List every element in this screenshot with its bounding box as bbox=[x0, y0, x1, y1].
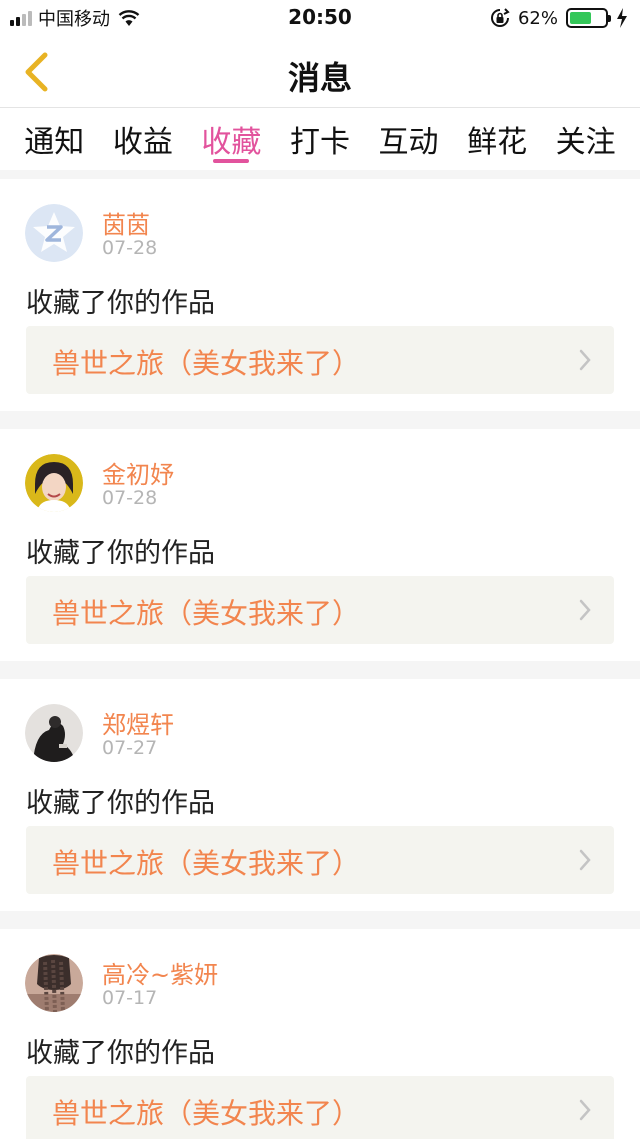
message-date: 07-27 bbox=[102, 737, 158, 759]
charging-icon bbox=[617, 8, 627, 28]
status-bar: 中国移动 20:50 62% bbox=[0, 0, 640, 36]
user-photo bbox=[25, 704, 83, 762]
rotation-lock-icon bbox=[491, 8, 510, 27]
tab-notifications[interactable]: 通知 bbox=[14, 109, 94, 170]
tab-bar: 通知 收益 收藏 打卡 互动 鲜花 关注 bbox=[0, 109, 640, 170]
user-avatar[interactable] bbox=[25, 454, 83, 512]
tab-earnings[interactable]: 收益 bbox=[103, 109, 183, 170]
message-card: 茵茵 07-28 收藏了你的作品 兽世之旅（美女我来了） bbox=[0, 179, 640, 411]
tab-following[interactable]: 关注 bbox=[546, 109, 626, 170]
work-title: 兽世之旅（美女我来了） bbox=[52, 847, 361, 880]
work-title: 兽世之旅（美女我来了） bbox=[52, 1097, 361, 1130]
battery-percent: 62% bbox=[517, 7, 558, 29]
navigation-bar: 消息 bbox=[0, 36, 640, 108]
work-link[interactable]: 兽世之旅（美女我来了） bbox=[26, 826, 614, 894]
user-name[interactable]: 郑煜轩 bbox=[102, 705, 174, 740]
user-name[interactable]: 高冷~紫妍 bbox=[102, 955, 218, 990]
chevron-right-icon bbox=[579, 1099, 591, 1121]
user-avatar[interactable] bbox=[25, 204, 83, 262]
message-text: 收藏了你的作品 bbox=[26, 538, 215, 569]
message-text: 收藏了你的作品 bbox=[26, 288, 215, 319]
work-link[interactable]: 兽世之旅（美女我来了） bbox=[26, 576, 614, 644]
chevron-right-icon bbox=[579, 599, 591, 621]
message-text: 收藏了你的作品 bbox=[26, 788, 215, 819]
work-link[interactable]: 兽世之旅（美女我来了） bbox=[26, 326, 614, 394]
page-title: 消息 bbox=[287, 59, 352, 97]
work-link[interactable]: 兽世之旅（美女我来了） bbox=[26, 1076, 614, 1139]
user-name[interactable]: 金初妤 bbox=[102, 455, 174, 490]
message-list[interactable]: 茵茵 07-28 收藏了你的作品 兽世之旅（美女我来了） 金初妤 07-28 收… bbox=[0, 170, 640, 1139]
message-date: 07-28 bbox=[102, 237, 158, 259]
user-avatar[interactable] bbox=[25, 704, 83, 762]
user-name[interactable]: 茵茵 bbox=[102, 205, 150, 240]
tab-checkin[interactable]: 打卡 bbox=[280, 109, 360, 170]
battery-fill bbox=[570, 12, 592, 24]
message-text: 收藏了你的作品 bbox=[26, 1038, 215, 1069]
status-right: 62% bbox=[490, 6, 628, 30]
default-avatar-icon bbox=[25, 204, 83, 262]
message-date: 07-17 bbox=[102, 987, 158, 1009]
message-card: 高冷~紫妍 07-17 收藏了你的作品 兽世之旅（美女我来了） bbox=[0, 929, 640, 1139]
tab-interaction[interactable]: 互动 bbox=[369, 109, 449, 170]
user-photo bbox=[25, 954, 83, 1012]
user-avatar[interactable] bbox=[25, 954, 83, 1012]
chevron-right-icon bbox=[579, 849, 591, 871]
message-date: 07-28 bbox=[102, 487, 158, 509]
message-card: 金初妤 07-28 收藏了你的作品 兽世之旅（美女我来了） bbox=[0, 429, 640, 661]
tab-favorites[interactable]: 收藏 bbox=[191, 109, 271, 170]
user-photo bbox=[25, 454, 83, 512]
battery-icon bbox=[566, 8, 611, 28]
work-title: 兽世之旅（美女我来了） bbox=[52, 597, 361, 630]
message-card: 郑煜轩 07-27 收藏了你的作品 兽世之旅（美女我来了） bbox=[0, 679, 640, 911]
work-title: 兽世之旅（美女我来了） bbox=[52, 347, 361, 380]
chevron-right-icon bbox=[579, 349, 591, 371]
tab-flowers[interactable]: 鲜花 bbox=[457, 109, 537, 170]
